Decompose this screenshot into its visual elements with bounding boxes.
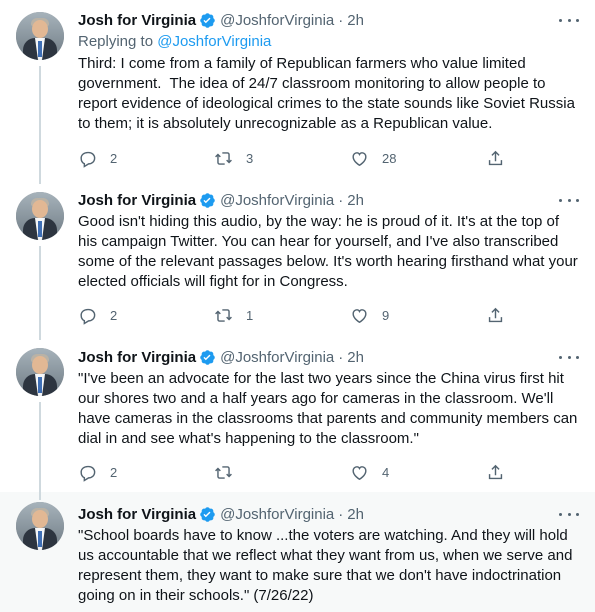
- tweet-text: "School boards have to know ...the voter…: [78, 527, 573, 604]
- author-name[interactable]: Josh for Virginia: [78, 192, 196, 209]
- author-name[interactable]: Josh for Virginia: [78, 12, 196, 29]
- more-options-icon[interactable]: [559, 192, 579, 208]
- like-button[interactable]: 28: [350, 149, 450, 168]
- heart-icon: [350, 306, 369, 325]
- share-icon: [486, 306, 505, 325]
- retweet-icon: [214, 306, 233, 325]
- share-button[interactable]: [486, 463, 506, 482]
- reply-button[interactable]: 2: [78, 463, 178, 482]
- author-handle[interactable]: @JoshforVirginia: [220, 12, 334, 29]
- reply-count: 2: [110, 307, 118, 323]
- heart-icon: [350, 149, 369, 168]
- verified-badge-icon: [199, 192, 216, 209]
- verified-badge-icon: [199, 506, 216, 523]
- verified-badge-icon: [199, 12, 216, 29]
- verified-badge-icon: [199, 349, 216, 366]
- timestamp[interactable]: 2h: [347, 349, 364, 366]
- like-button[interactable]: 4: [350, 463, 450, 482]
- reply-icon: [78, 149, 97, 168]
- author-name[interactable]: Josh for Virginia: [78, 349, 196, 366]
- tweet-thread: Josh for Virginia @JoshforVirginia · 2h …: [0, 0, 595, 612]
- share-button[interactable]: [486, 306, 506, 325]
- reply-icon: [78, 306, 97, 325]
- share-button[interactable]: [486, 149, 506, 168]
- heart-icon: [350, 463, 369, 482]
- separator-dot: ·: [338, 505, 344, 523]
- thread-connector-line: [39, 402, 41, 492]
- retweet-count: 1: [246, 307, 254, 323]
- more-options-icon[interactable]: [559, 506, 579, 522]
- replying-to: Replying to @JoshforVirginia: [78, 32, 583, 52]
- separator-dot: ·: [338, 11, 344, 29]
- retweet-button[interactable]: 3: [214, 149, 314, 168]
- like-button[interactable]: 9: [350, 306, 450, 325]
- timestamp[interactable]: 2h: [347, 192, 364, 209]
- like-count: 28: [382, 150, 397, 166]
- tweet-3[interactable]: Josh for Virginia @JoshforVirginia · 2h …: [0, 340, 595, 492]
- like-count: 9: [382, 307, 390, 323]
- reply-button[interactable]: 2: [78, 306, 178, 325]
- separator-dot: ·: [338, 348, 344, 366]
- thread-connector-line: [39, 246, 41, 340]
- tweet-4[interactable]: Josh for Virginia @JoshforVirginia · 2h …: [0, 492, 595, 612]
- reply-icon: [78, 463, 97, 482]
- replying-prefix: Replying to: [78, 33, 158, 50]
- tweet-text: Third: I come from a family of Republica…: [78, 55, 575, 132]
- share-icon: [486, 463, 505, 482]
- author-handle[interactable]: @JoshforVirginia: [220, 192, 334, 209]
- thread-connector-line: [39, 66, 41, 184]
- separator-dot: ·: [338, 191, 344, 209]
- more-options-icon[interactable]: [559, 12, 579, 28]
- reply-button[interactable]: 2: [78, 149, 178, 168]
- tweet-text: "I've been an advocate for the last two …: [78, 370, 578, 447]
- like-count: 4: [382, 464, 390, 480]
- retweet-button[interactable]: [214, 463, 314, 482]
- avatar[interactable]: [16, 192, 64, 240]
- timestamp[interactable]: 2h: [347, 506, 364, 523]
- retweet-icon: [214, 149, 233, 168]
- avatar[interactable]: [16, 502, 64, 550]
- thread-connector-line: [39, 492, 41, 500]
- reply-count: 2: [110, 150, 118, 166]
- retweet-icon: [214, 463, 233, 482]
- replying-to-handle-link[interactable]: @JoshforVirginia: [157, 33, 271, 50]
- author-handle[interactable]: @JoshforVirginia: [220, 349, 334, 366]
- tweet-1[interactable]: Josh for Virginia @JoshforVirginia · 2h …: [0, 0, 595, 184]
- retweet-button[interactable]: 1: [214, 306, 314, 325]
- reply-count: 2: [110, 464, 118, 480]
- more-options-icon[interactable]: [559, 349, 579, 365]
- timestamp[interactable]: 2h: [347, 12, 364, 29]
- tweet-2[interactable]: Josh for Virginia @JoshforVirginia · 2h …: [0, 184, 595, 340]
- author-handle[interactable]: @JoshforVirginia: [220, 506, 334, 523]
- tweet-text: Good isn't hiding this audio, by the way…: [78, 213, 578, 290]
- avatar[interactable]: [16, 348, 64, 396]
- author-name[interactable]: Josh for Virginia: [78, 506, 196, 523]
- retweet-count: 3: [246, 150, 254, 166]
- share-icon: [486, 149, 505, 168]
- avatar[interactable]: [16, 12, 64, 60]
